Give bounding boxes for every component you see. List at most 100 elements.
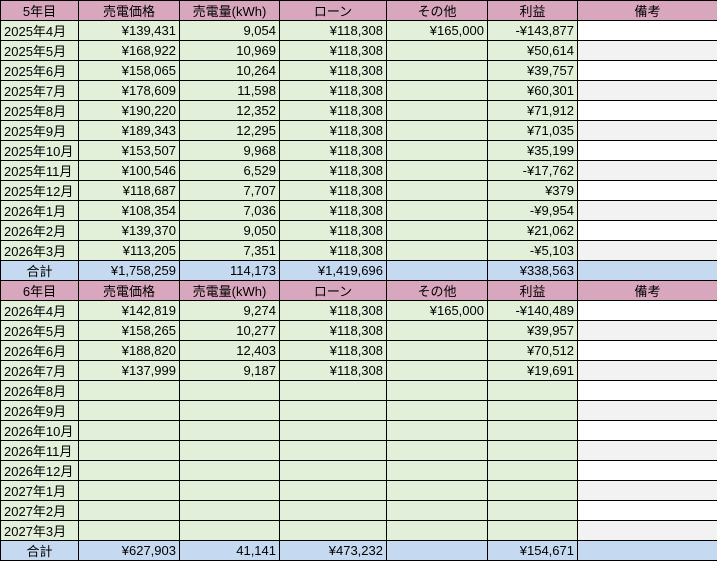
profit-cell[interactable]: ¥379 (487, 180, 578, 201)
price-cell[interactable]: ¥158,065 (78, 60, 180, 81)
price-cell[interactable]: ¥178,609 (78, 80, 180, 101)
month-cell[interactable]: 2026年10月 (0, 420, 79, 441)
note-cell[interactable] (577, 440, 717, 461)
profit-cell[interactable]: -¥143,877 (487, 20, 578, 41)
loan-cell[interactable] (279, 520, 387, 541)
month-cell[interactable]: 2027年3月 (0, 520, 79, 541)
month-cell[interactable]: 2026年6月 (0, 340, 79, 361)
loan-cell[interactable] (279, 380, 387, 401)
profit-cell[interactable] (487, 500, 578, 521)
kwh-cell[interactable]: 12,403 (179, 340, 280, 361)
other-cell[interactable] (386, 400, 488, 421)
other-header[interactable]: その他 (386, 280, 488, 301)
note-cell[interactable] (577, 100, 717, 121)
loan-cell[interactable]: ¥118,308 (279, 340, 387, 361)
kwh-cell[interactable]: 9,187 (179, 360, 280, 381)
other-cell[interactable] (386, 320, 488, 341)
loan-cell[interactable]: ¥118,308 (279, 320, 387, 341)
kwh-cell[interactable]: 9,968 (179, 140, 280, 161)
kwh-cell[interactable] (179, 480, 280, 501)
profit-cell[interactable]: -¥140,489 (487, 300, 578, 321)
kwh-cell[interactable]: 12,352 (179, 100, 280, 121)
profit-cell[interactable] (487, 460, 578, 481)
profit-cell[interactable]: -¥5,103 (487, 240, 578, 261)
month-cell[interactable]: 2025年9月 (0, 120, 79, 141)
other-cell[interactable] (386, 160, 488, 181)
profit-cell[interactable] (487, 400, 578, 421)
note-cell[interactable] (577, 340, 717, 361)
price-cell[interactable]: ¥100,546 (78, 160, 180, 181)
other-cell[interactable] (386, 520, 488, 541)
profit-cell[interactable]: ¥19,691 (487, 360, 578, 381)
price-cell[interactable]: ¥108,354 (78, 200, 180, 221)
month-cell[interactable]: 2025年12月 (0, 180, 79, 201)
kwh-cell[interactable]: 10,969 (179, 40, 280, 61)
month-cell[interactable]: 2025年6月 (0, 60, 79, 81)
note-cell[interactable] (577, 240, 717, 261)
other-cell[interactable]: ¥165,000 (386, 300, 488, 321)
note-cell[interactable] (577, 160, 717, 181)
total-other-cell[interactable] (386, 540, 488, 561)
note-cell[interactable] (577, 20, 717, 41)
price-cell[interactable]: ¥113,205 (78, 240, 180, 261)
profit-cell[interactable] (487, 520, 578, 541)
other-cell[interactable] (386, 420, 488, 441)
month-cell[interactable]: 2026年2月 (0, 220, 79, 241)
kwh-cell[interactable]: 10,264 (179, 60, 280, 81)
month-cell[interactable]: 2025年10月 (0, 140, 79, 161)
other-cell[interactable] (386, 480, 488, 501)
note-cell[interactable] (577, 80, 717, 101)
note-cell[interactable] (577, 460, 717, 481)
kwh-cell[interactable]: 7,707 (179, 180, 280, 201)
month-cell[interactable]: 2025年11月 (0, 160, 79, 181)
kwh-cell[interactable]: 7,036 (179, 200, 280, 221)
month-cell[interactable]: 2025年5月 (0, 40, 79, 61)
other-cell[interactable] (386, 100, 488, 121)
note-cell[interactable] (577, 140, 717, 161)
price-cell[interactable]: ¥118,687 (78, 180, 180, 201)
other-header[interactable]: その他 (386, 0, 488, 21)
other-cell[interactable] (386, 460, 488, 481)
month-cell[interactable]: 2026年8月 (0, 380, 79, 401)
month-cell[interactable]: 2026年3月 (0, 240, 79, 261)
profit-cell[interactable]: -¥17,762 (487, 160, 578, 181)
price-header[interactable]: 売電価格 (78, 0, 180, 21)
note-cell[interactable] (577, 300, 717, 321)
other-cell[interactable] (386, 200, 488, 221)
kwh-cell[interactable] (179, 380, 280, 401)
month-cell[interactable]: 2025年7月 (0, 80, 79, 101)
loan-cell[interactable]: ¥118,308 (279, 60, 387, 81)
other-cell[interactable] (386, 180, 488, 201)
note-cell[interactable] (577, 180, 717, 201)
total-price-cell[interactable]: ¥627,903 (78, 540, 180, 561)
loan-cell[interactable]: ¥118,308 (279, 200, 387, 221)
profit-cell[interactable]: ¥71,035 (487, 120, 578, 141)
month-cell[interactable]: 2026年5月 (0, 320, 79, 341)
total-label[interactable]: 合計 (0, 260, 79, 281)
kwh-cell[interactable]: 7,351 (179, 240, 280, 261)
loan-cell[interactable] (279, 420, 387, 441)
total-note-cell[interactable] (577, 540, 717, 561)
loan-cell[interactable]: ¥118,308 (279, 220, 387, 241)
loan-cell[interactable]: ¥118,308 (279, 160, 387, 181)
month-cell[interactable]: 2026年12月 (0, 460, 79, 481)
price-cell[interactable] (78, 380, 180, 401)
note-cell[interactable] (577, 500, 717, 521)
other-cell[interactable]: ¥165,000 (386, 20, 488, 41)
other-cell[interactable] (386, 60, 488, 81)
loan-cell[interactable] (279, 400, 387, 421)
loan-cell[interactable]: ¥118,308 (279, 300, 387, 321)
total-profit-cell[interactable]: ¥338,563 (487, 260, 578, 281)
profit-cell[interactable] (487, 480, 578, 501)
other-cell[interactable] (386, 140, 488, 161)
price-cell[interactable] (78, 420, 180, 441)
note-cell[interactable] (577, 400, 717, 421)
total-kwh-cell[interactable]: 114,173 (179, 260, 280, 281)
price-cell[interactable]: ¥190,220 (78, 100, 180, 121)
loan-cell[interactable]: ¥118,308 (279, 240, 387, 261)
other-cell[interactable] (386, 440, 488, 461)
kwh-header[interactable]: 売電量(kWh) (179, 0, 280, 21)
loan-cell[interactable]: ¥118,308 (279, 80, 387, 101)
note-cell[interactable] (577, 120, 717, 141)
profit-cell[interactable]: -¥9,954 (487, 200, 578, 221)
